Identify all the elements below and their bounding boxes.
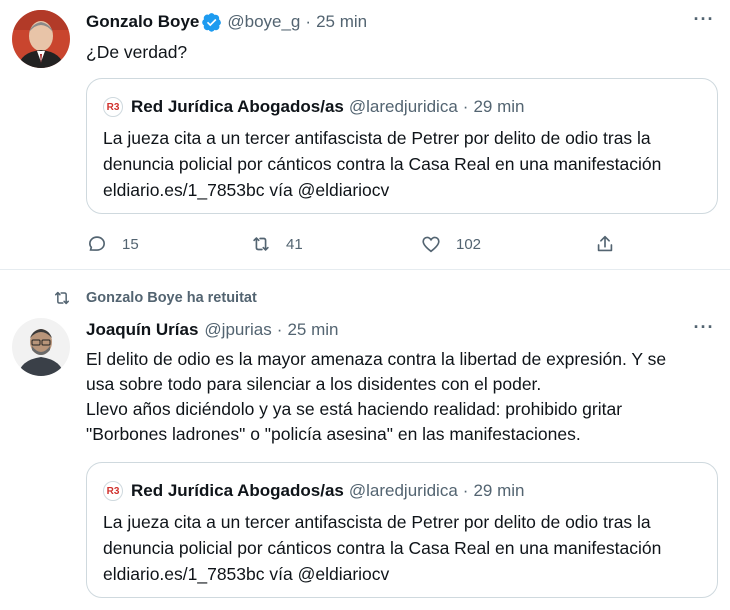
reply-button[interactable]: 15 — [86, 230, 139, 258]
more-icon[interactable]: ··· — [692, 10, 716, 32]
separator-dot: · — [276, 320, 283, 339]
like-count: 102 — [456, 235, 482, 253]
quoted-text: La jueza cita a un tercer antifascista d… — [103, 512, 662, 584]
tweet-text-line: usa sobre todo para silenciar a los disi… — [86, 374, 542, 394]
separator-dot: · — [462, 481, 469, 500]
quoted-tweet[interactable]: R3 Red Jurídica Abogados/as @laredjuridi… — [86, 78, 718, 214]
quoted-timestamp: 29 min — [473, 97, 525, 116]
author-name[interactable]: Joaquín Urías — [86, 320, 198, 340]
separator-dot: · — [462, 97, 469, 116]
tweet-text: ¿De verdad? — [86, 42, 188, 62]
avatar[interactable] — [12, 10, 70, 68]
tweet[interactable]: Gonzalo Boye @boye_g · 25 min ··· ¿De ve… — [0, 0, 730, 270]
retweet-count: 41 — [286, 235, 303, 253]
quoted-avatar: R3 — [103, 97, 123, 117]
author-handle[interactable]: @boye_g — [227, 12, 300, 32]
timestamp[interactable]: 25 min — [316, 12, 367, 32]
tweet-actions: 15 41 102 — [86, 230, 646, 258]
retweet-icon — [55, 291, 69, 305]
quoted-author-name: Red Jurídica Abogados/as — [131, 97, 344, 116]
author-name[interactable]: Gonzalo Boye — [86, 12, 199, 32]
quoted-author-name: Red Jurídica Abogados/as — [131, 481, 344, 500]
reply-icon — [89, 236, 105, 251]
heart-icon — [422, 236, 440, 253]
tweet-text-line: El delito de odio es la mayor amenaza co… — [86, 349, 667, 369]
tweet-text-line: "Borbones ladrones" o "policía asesina" … — [86, 424, 581, 444]
avatar[interactable] — [12, 318, 70, 376]
retweet-button[interactable]: 41 — [250, 230, 303, 258]
share-icon — [597, 235, 613, 252]
quoted-text: La jueza cita a un tercer antifascista d… — [103, 128, 662, 200]
retweeted-by-label: Gonzalo Boye ha retuitat — [86, 290, 257, 306]
quoted-tweet[interactable]: R3 Red Jurídica Abogados/as @laredjuridi… — [86, 462, 718, 598]
quoted-author-handle: @laredjuridica — [348, 97, 458, 116]
quoted-author-handle: @laredjuridica — [348, 481, 458, 500]
author-handle[interactable]: @jpurias — [204, 320, 271, 340]
tweet-text-line: Llevo años diciéndolo y ya se está hacie… — [86, 399, 623, 419]
retweeted-by[interactable]: Gonzalo Boye ha retuitat — [52, 288, 257, 308]
retweet-icon — [253, 237, 269, 251]
separator-dot: · — [305, 12, 312, 31]
reply-count: 15 — [122, 235, 139, 253]
tweet[interactable]: Gonzalo Boye ha retuitat Joaquín Urías @… — [0, 270, 730, 610]
share-button[interactable] — [594, 230, 616, 258]
like-button[interactable]: 102 — [420, 230, 481, 258]
more-icon[interactable]: ··· — [692, 318, 716, 340]
timestamp[interactable]: 25 min — [287, 320, 338, 340]
tweet-text: El delito de odio es la mayor amenaza co… — [86, 347, 716, 447]
quoted-timestamp: 29 min — [473, 481, 525, 500]
quoted-avatar: R3 — [103, 481, 123, 501]
verified-badge-icon — [202, 13, 222, 32]
